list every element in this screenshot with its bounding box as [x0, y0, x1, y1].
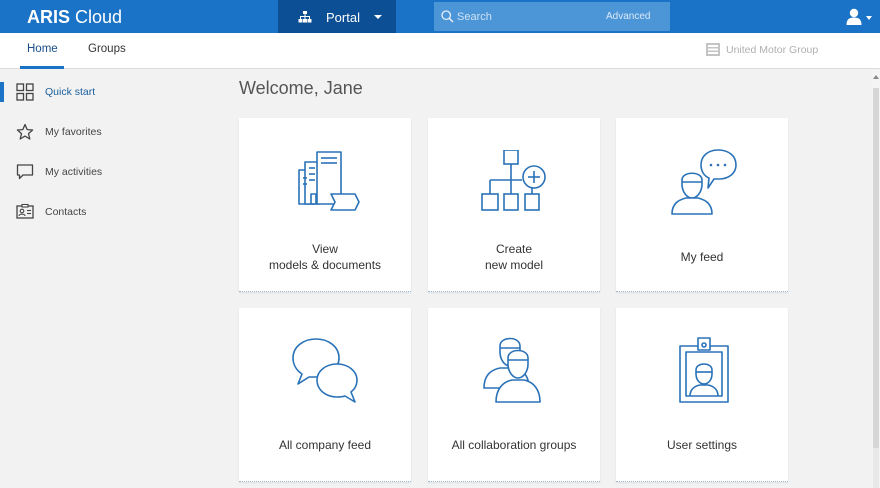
- tile-my-feed[interactable]: My feed: [616, 118, 788, 292]
- feed-user-icon: [671, 149, 737, 215]
- scrollbar-thumb[interactable]: [873, 88, 879, 448]
- chat-bubbles-icon: [292, 338, 358, 403]
- vertical-scrollbar[interactable]: [872, 70, 880, 488]
- user-menu-button[interactable]: [844, 8, 876, 26]
- brand-suffix: Cloud: [75, 7, 123, 27]
- welcome-heading: Welcome, Jane: [239, 78, 363, 98]
- sidebar-item-label: Quick start: [45, 86, 96, 98]
- star-icon: [16, 123, 34, 140]
- sidebar-item-label: My activities: [45, 166, 103, 178]
- tile-view-models-documents[interactable]: View models & documents: [239, 118, 411, 292]
- chevron-down-icon: [866, 16, 872, 20]
- nav-bar: Home Groups United Motor Group: [0, 33, 880, 69]
- sidebar-item-label: My favorites: [45, 126, 102, 138]
- active-tab-indicator: [20, 66, 64, 69]
- tab-groups[interactable]: Groups: [88, 43, 126, 55]
- id-badge-icon: [679, 337, 729, 403]
- sitemap-icon: [298, 11, 312, 23]
- organization-name: United Motor Group: [726, 44, 819, 56]
- tile-label: My feed: [680, 250, 724, 264]
- active-indicator: [0, 82, 4, 102]
- sidebar-item-my-favorites[interactable]: My favorites: [0, 120, 220, 144]
- tab-home[interactable]: Home: [27, 43, 58, 55]
- chevron-down-icon: [374, 15, 382, 19]
- portal-label: Portal: [326, 10, 360, 25]
- tile-label: All collaboration groups: [451, 438, 577, 452]
- documents-icon: [298, 151, 360, 211]
- building-icon: [706, 43, 720, 56]
- brand-name: ARIS: [27, 7, 71, 27]
- search-box: Advanced: [434, 2, 670, 31]
- search-icon: [441, 10, 454, 23]
- tile-label: Create new model: [484, 242, 544, 272]
- scroll-up-icon[interactable]: [873, 75, 879, 79]
- tile-label: All company feed: [278, 438, 372, 452]
- user-icon: [846, 8, 862, 25]
- group-users-icon: [483, 337, 541, 403]
- tile-all-collaboration-groups[interactable]: All collaboration groups: [428, 308, 600, 482]
- sidebar-item-contacts[interactable]: Contacts: [0, 200, 220, 224]
- speech-bubble-icon: [16, 164, 34, 180]
- top-bar: ARIS Cloud Portal Advanced: [0, 0, 880, 33]
- model-diagram-icon: [481, 150, 546, 211]
- sidebar-item-label: Contacts: [45, 206, 87, 218]
- tile-user-settings[interactable]: User settings: [616, 308, 788, 482]
- sidebar-item-my-activities[interactable]: My activities: [0, 160, 220, 184]
- search-input[interactable]: [457, 7, 597, 26]
- tile-label: View models & documents: [268, 242, 382, 272]
- contact-card-icon: [16, 203, 34, 219]
- advanced-search-link[interactable]: Advanced: [606, 11, 650, 22]
- sidebar-item-quick-start[interactable]: Quick start: [0, 80, 220, 104]
- tile-label: User settings: [666, 438, 738, 452]
- portal-menu-button[interactable]: Portal: [278, 0, 396, 33]
- app-logo[interactable]: ARIS Cloud: [27, 6, 122, 28]
- grid-icon: [16, 83, 34, 101]
- tile-all-company-feed[interactable]: All company feed: [239, 308, 411, 482]
- tile-create-new-model[interactable]: Create new model: [428, 118, 600, 292]
